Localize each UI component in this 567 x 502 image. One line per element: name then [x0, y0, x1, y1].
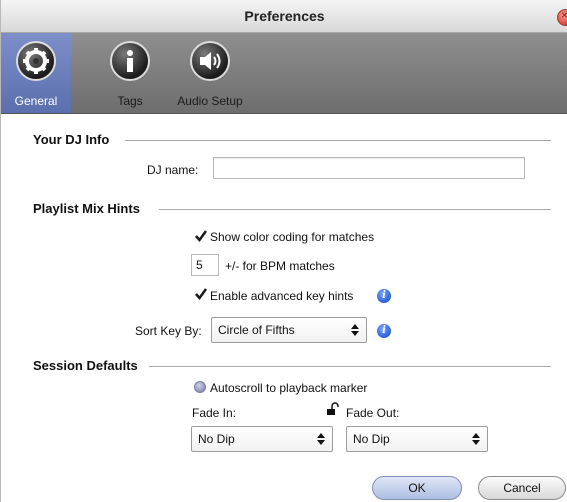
section-title-session-defaults: Session Defaults	[33, 358, 138, 373]
fade-out-label: Fade Out:	[346, 406, 400, 420]
chevron-updown-icon	[472, 433, 480, 445]
dj-name-label: DJ name:	[147, 163, 199, 177]
preferences-toolbar: General Tags Audio Setup	[1, 33, 567, 114]
fade-in-select[interactable]: No Dip	[191, 426, 333, 452]
tab-audio-setup[interactable]: Audio Setup	[175, 33, 245, 113]
autoscroll-radio[interactable]	[194, 381, 206, 393]
tab-tags-label: Tags	[117, 94, 143, 108]
info-icon[interactable]: i	[377, 289, 391, 303]
dj-name-input[interactable]	[213, 157, 525, 179]
divider	[125, 140, 551, 141]
title-bar: Preferences	[1, 0, 567, 33]
divider	[159, 209, 551, 210]
window-title: Preferences	[244, 8, 325, 24]
bpm-tolerance-label: +/- for BPM matches	[225, 259, 335, 273]
chevron-updown-icon	[351, 324, 359, 336]
fade-in-label: Fade In:	[192, 406, 237, 420]
fade-in-value: No Dip	[198, 432, 235, 446]
fade-out-select[interactable]: No Dip	[346, 426, 488, 452]
cancel-button[interactable]: Cancel	[478, 476, 566, 500]
tab-general[interactable]: General	[1, 33, 71, 113]
ok-button[interactable]: OK	[372, 476, 462, 500]
tab-tags[interactable]: Tags	[95, 33, 165, 113]
info-icon[interactable]: i	[377, 324, 391, 338]
sort-key-label: Sort Key By:	[135, 324, 202, 338]
section-title-dj-info: Your DJ Info	[33, 132, 110, 147]
preferences-window: Preferences General	[0, 0, 567, 502]
bpm-tolerance-input[interactable]: 5	[191, 254, 219, 276]
key-hints-label: Enable advanced key hints	[210, 289, 354, 303]
divider	[149, 366, 551, 367]
key-hints-checkbox[interactable]	[194, 287, 208, 301]
tab-general-label: General	[14, 94, 58, 108]
color-coding-checkbox[interactable]	[194, 229, 208, 243]
autoscroll-label: Autoscroll to playback marker	[210, 381, 368, 395]
close-button[interactable]	[557, 8, 567, 26]
tab-audio-setup-label: Audio Setup	[177, 94, 243, 108]
chevron-updown-icon	[317, 433, 325, 445]
section-title-playlist-mix-hints: Playlist Mix Hints	[33, 201, 140, 216]
gear-icon	[16, 41, 56, 81]
unlock-icon[interactable]	[326, 402, 339, 416]
info-icon	[110, 41, 150, 81]
sort-key-select[interactable]: Circle of Fifths	[211, 317, 367, 343]
sort-key-value: Circle of Fifths	[218, 323, 295, 337]
fade-out-value: No Dip	[353, 432, 390, 446]
speaker-icon	[190, 41, 230, 81]
color-coding-label: Show color coding for matches	[210, 230, 375, 244]
